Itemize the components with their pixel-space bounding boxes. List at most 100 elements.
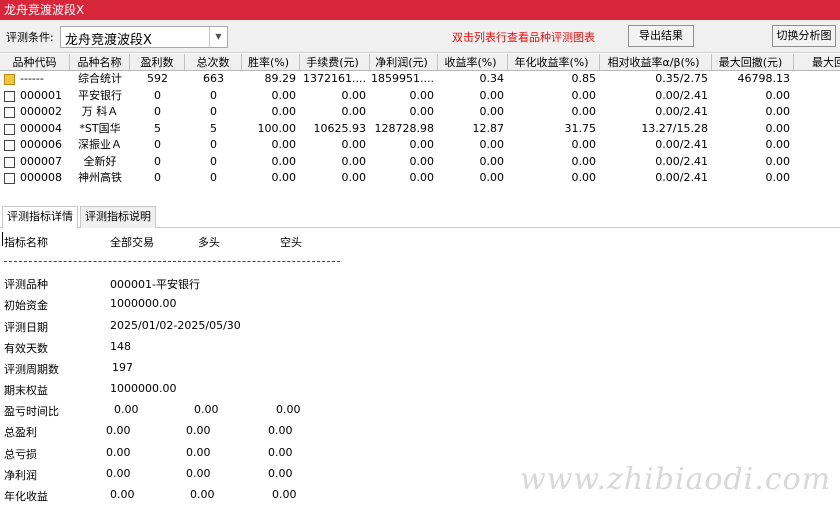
condition-select[interactable]: 龙舟竞渡波段X ▼	[60, 26, 228, 48]
row-return: 0.00	[479, 138, 505, 151]
detail-label: 评测日期	[4, 321, 48, 334]
row-net-profit: 0.00	[409, 138, 435, 151]
column-header-fee[interactable]: 手续费(元)	[300, 54, 370, 70]
column-header-annual-return[interactable]: 年化收益率(%)	[508, 54, 600, 70]
row-code: 000001	[20, 88, 62, 102]
row-wins: 5	[154, 121, 161, 135]
row-name: *ST国华	[79, 121, 121, 135]
detail-label: 评测品种	[4, 278, 48, 291]
column-header-wins[interactable]: 盈利数	[130, 54, 185, 70]
column-header-max-drawdown-2[interactable]: 最大回	[794, 54, 840, 70]
stat-all: 0.00	[110, 488, 135, 501]
column-header-total[interactable]: 总次数	[185, 54, 242, 70]
row-return: 0.00	[479, 105, 505, 118]
stat-short: 0.00	[268, 467, 293, 480]
row-winrate: 0.00	[271, 171, 297, 184]
row-fee: 0.00	[341, 138, 367, 151]
row-fee: 0.00	[341, 171, 367, 184]
row-wins: 0	[154, 88, 161, 102]
row-name: 平安银行	[78, 88, 122, 102]
detail-value: 197	[112, 361, 133, 374]
condition-label: 评测条件:	[6, 31, 54, 44]
row-max-drawdown: 0.00	[765, 171, 791, 184]
row-annual-return: 0.00	[571, 88, 597, 102]
row-code: 000007	[20, 154, 62, 168]
row-winrate: 100.00	[257, 121, 297, 135]
detail-label: 初始资金	[4, 299, 48, 312]
row-relative-return: 0.00/2.41	[655, 154, 708, 168]
row-fee: 0.00	[341, 154, 367, 168]
row-total: 0	[210, 138, 217, 151]
row-wins: 592	[147, 72, 168, 85]
row-total: 5	[210, 121, 217, 135]
detail-header-all: 全部交易	[110, 236, 154, 249]
stat-label: 净利润	[4, 469, 37, 482]
detail-value: 000001-平安银行	[110, 278, 200, 291]
row-annual-return: 0.85	[571, 72, 597, 85]
table-row[interactable]: 000008 神州高铁 0 0 0.00 0.00 0.00 0.00 0.00…	[0, 170, 840, 187]
row-winrate: 0.00	[271, 88, 297, 102]
stat-label: 总盈利	[4, 426, 37, 439]
row-max-drawdown: 0.00	[765, 105, 791, 118]
window-title: 龙舟竞渡波段X	[4, 3, 85, 17]
table-row[interactable]: 000004 *ST国华 5 5 100.00 10625.93 128728.…	[0, 121, 840, 138]
tab-indicator-details[interactable]: 评测指标详情	[2, 206, 78, 228]
detail-value: 2025/01/02-2025/05/30	[110, 319, 241, 332]
stat-short: 0.00	[272, 488, 297, 501]
detail-header-short: 空头	[280, 236, 302, 249]
detail-header-long: 多头	[198, 236, 220, 249]
stat-long: 0.00	[194, 403, 219, 416]
row-max-drawdown: 0.00	[765, 88, 791, 102]
row-total: 0	[210, 171, 217, 184]
row-relative-return: 0.00/2.41	[655, 105, 708, 118]
row-annual-return: 0.00	[571, 171, 597, 184]
column-header-relative-return[interactable]: 相对收益率α/β(%)	[600, 54, 712, 70]
row-return: 0.34	[479, 72, 505, 85]
stat-long: 0.00	[186, 467, 211, 480]
table-row[interactable]: 000002 万 科Ａ 0 0 0.00 0.00 0.00 0.00 0.00…	[0, 104, 840, 121]
row-total: 0	[210, 154, 217, 168]
stat-label: 年化收益	[4, 490, 48, 503]
column-header-return[interactable]: 收益率(%)	[438, 54, 508, 70]
row-code: 000008	[20, 171, 62, 184]
stat-short: 0.00	[268, 424, 293, 437]
table-row[interactable]: 000006 深振业Ａ 0 0 0.00 0.00 0.00 0.00 0.00…	[0, 137, 840, 154]
stat-long: 0.00	[186, 424, 211, 437]
stat-label: 盈亏时间比	[4, 405, 59, 418]
column-header-winrate[interactable]: 胜率(%)	[242, 54, 300, 70]
row-wins: 0	[154, 154, 161, 168]
column-header-name[interactable]: 品种名称	[70, 54, 130, 70]
table-row[interactable]: 000007 全新好 0 0 0.00 0.00 0.00 0.00 0.00 …	[0, 154, 840, 171]
row-return: 0.00	[479, 88, 505, 102]
chevron-down-icon[interactable]: ▼	[209, 27, 227, 47]
row-name: 全新好	[83, 154, 117, 168]
row-net-profit: 0.00	[409, 105, 435, 118]
table-row[interactable]: 000001 平安银行 0 0 0.00 0.00 0.00 0.00 0.00…	[0, 88, 840, 105]
row-return: 12.87	[472, 121, 505, 135]
detail-header-metric: 指标名称	[4, 236, 48, 249]
row-winrate: 0.00	[271, 138, 297, 151]
row-code: 000004	[20, 121, 62, 135]
column-header-net-profit[interactable]: 净利润(元)	[370, 54, 438, 70]
switch-chart-button[interactable]: 切换分析图	[772, 25, 836, 47]
row-code: 000002	[20, 105, 62, 118]
watermark: www.zhibiaodi.com	[520, 462, 832, 497]
column-header-code[interactable]: 品种代码	[0, 54, 70, 70]
table-row[interactable]: ------ 综合统计 592 663 89.29 1372161.... 18…	[0, 71, 840, 88]
column-header-max-drawdown[interactable]: 最大回撤(元)	[712, 54, 794, 70]
row-net-profit: 0.00	[409, 88, 435, 102]
row-net-profit: 0.00	[409, 171, 435, 184]
row-code: ------	[20, 72, 44, 85]
export-results-button[interactable]: 导出结果	[628, 25, 694, 47]
row-winrate: 0.00	[271, 154, 297, 168]
toolbar: 评测条件: 龙舟竞渡波段X ▼ 双击列表行查看品种评测图表 导出结果 切换分析图	[0, 20, 840, 53]
row-total: 0	[210, 88, 217, 102]
tab-indicator-description[interactable]: 评测指标说明	[80, 206, 156, 228]
row-relative-return: 13.27/15.28	[641, 121, 708, 135]
row-fee: 1372161....	[303, 72, 366, 85]
detail-label: 期末权益	[4, 384, 48, 397]
stat-long: 0.00	[190, 488, 215, 501]
row-name: 深振业Ａ	[78, 138, 122, 151]
row-net-profit: 0.00	[409, 154, 435, 168]
row-winrate: 0.00	[271, 105, 297, 118]
